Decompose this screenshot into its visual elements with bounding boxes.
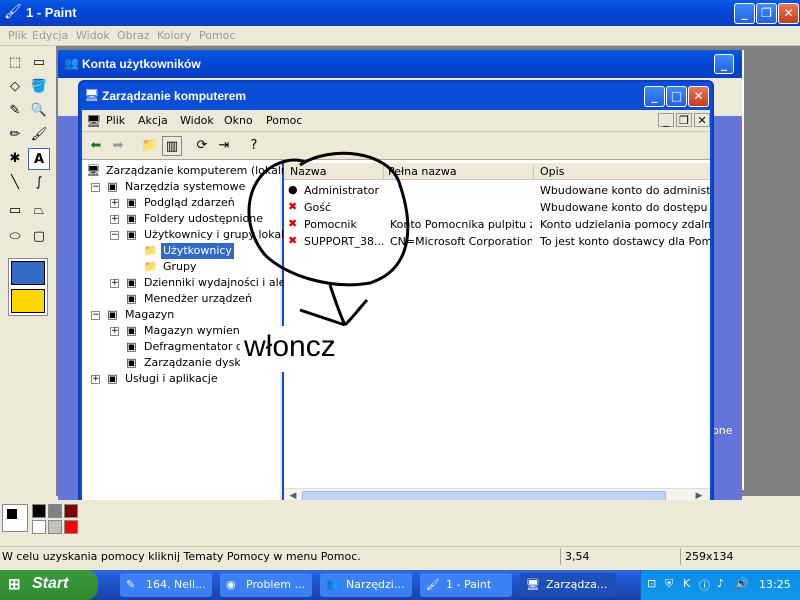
paint-status-help: W celu uzyskania pomocy kliknij Tematy P… [2,550,361,563]
windows-logo-icon: ⊞ [8,576,21,593]
task-4-label: 1 - Paint [446,578,492,591]
task-1-icon: ✎ [126,578,136,591]
scribble-arrow [299,284,369,327]
paint-status-coords: 3,54 [560,548,678,565]
task-3-label: Narzędzi... [346,578,405,591]
paint-status-size: 259x134 [680,548,798,565]
start-label: Start [32,575,69,592]
antivirus-icon[interactable]: K [683,577,690,590]
swatch-red[interactable] [64,520,78,534]
swatch-black[interactable] [32,504,46,518]
network-icon[interactable]: ⊡ [647,577,656,590]
volume-icon[interactable]: 🔊 [735,577,749,590]
shield-icon[interactable]: ⛨ [665,577,673,591]
scribble-circle [247,151,410,287]
handwriting-text: włoncz [244,330,336,363]
info-icon[interactable]: ⓘ [699,577,710,593]
paint-task-icon: 🖌 [426,578,440,591]
task-button-2[interactable]: ◉ Problem ... [220,573,312,597]
paint-statusbar: W celu uzyskania pomocy kliknij Tematy P… [0,546,800,566]
swatch-gray[interactable] [48,504,62,518]
task-button-5[interactable]: 🖥 Zarządza... [520,573,616,597]
computer-task-icon: 🖥 [526,578,540,591]
task-1-label: 164. Nell... [146,578,206,591]
users-task-icon: 👥 [326,578,340,591]
foreground-color[interactable] [6,508,18,520]
swatch-maroon[interactable] [64,504,78,518]
start-button[interactable]: ⊞ Start [0,570,98,600]
taskbar: ⊞ Start ✎ 164. Nell... ◉ Problem ... 👥 Narz… [0,570,800,600]
task-5-label: Zarządza... [546,578,608,591]
current-colors[interactable] [2,504,28,532]
swatch-silver[interactable] [48,520,62,534]
system-tray: ⊡ ⛨ K ⓘ ♪ 🔊 13:25 [640,570,800,600]
task-2-label: Problem ... [246,578,305,591]
clock[interactable]: 13:25 [759,578,791,591]
paint-palette [0,500,800,546]
task-button-4[interactable]: 🖌 1 - Paint [420,573,512,597]
handwriting-text-box: włoncz [240,326,360,372]
task-button-1[interactable]: ✎ 164. Nell... [120,573,212,597]
firefox-icon: ◉ [226,578,236,591]
audio-icon[interactable]: ♪ [717,577,724,590]
task-button-3[interactable]: 👥 Narzędzi... [320,573,412,597]
swatch-white[interactable] [32,520,46,534]
